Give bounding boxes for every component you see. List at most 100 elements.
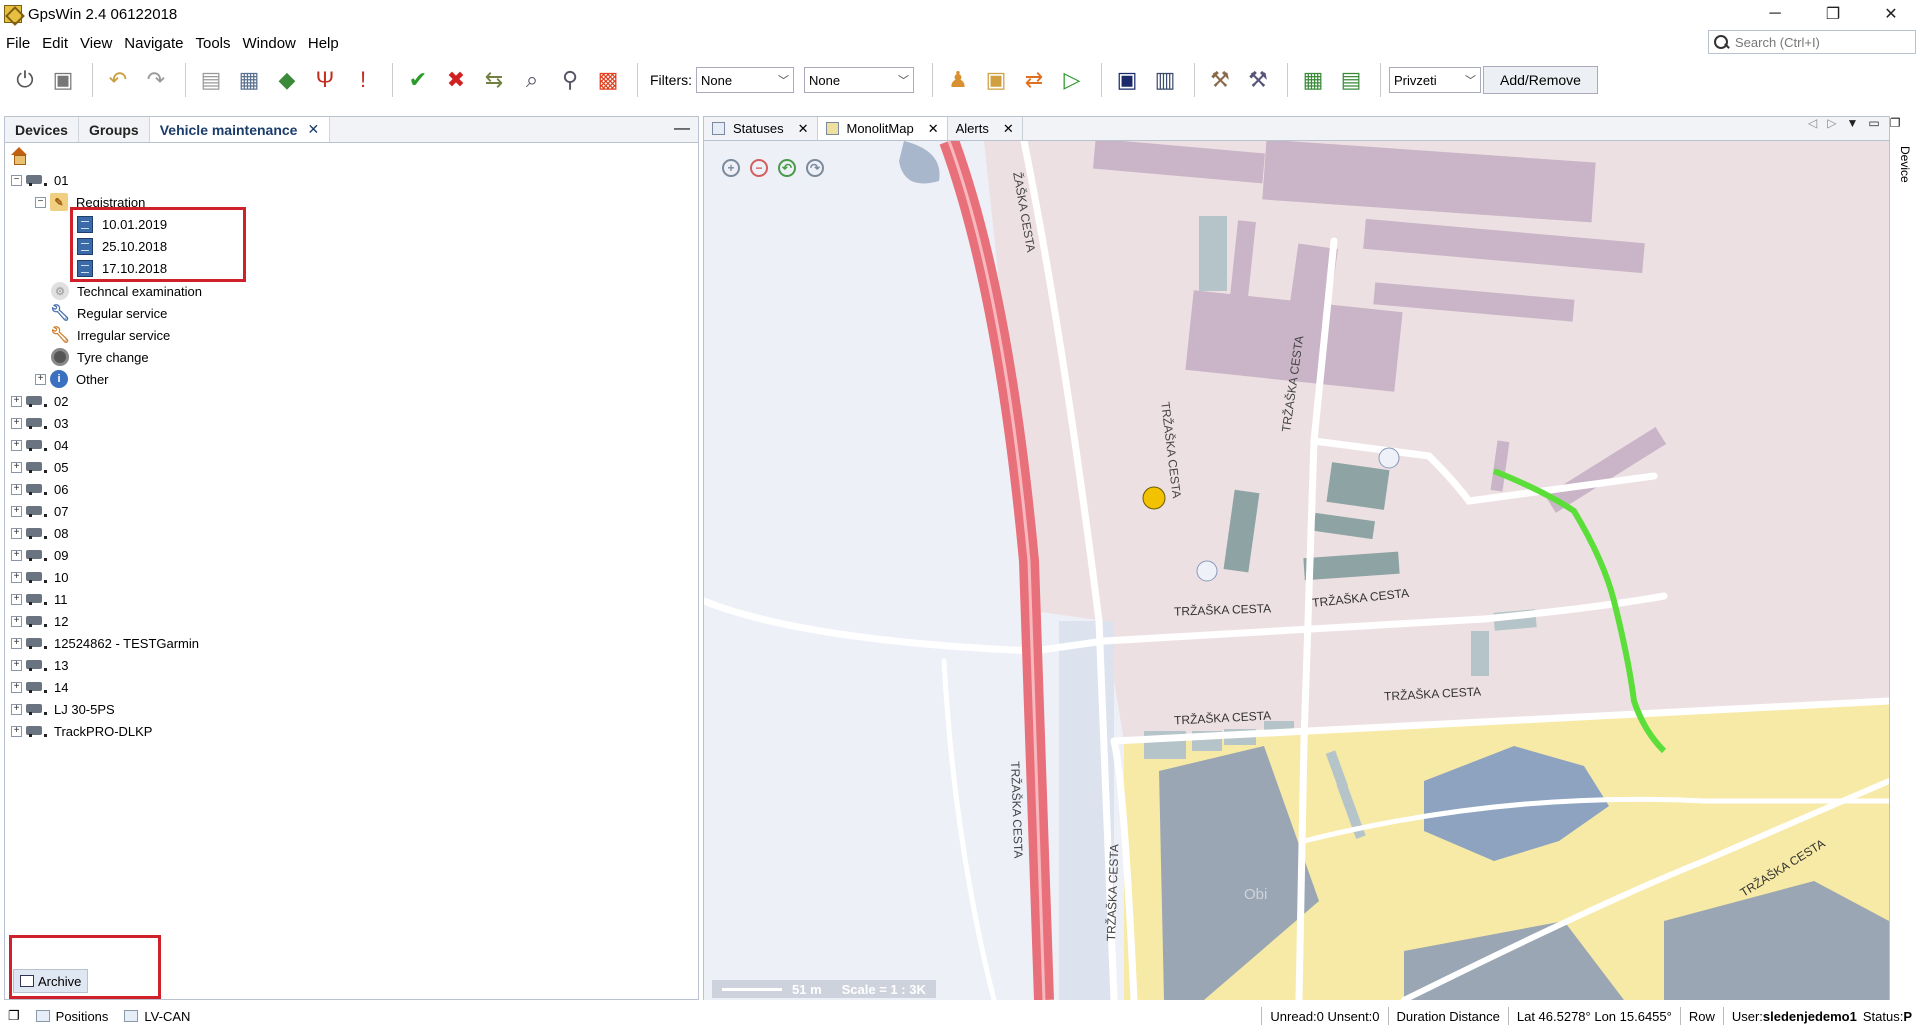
play-icon[interactable]: ▷ — [1055, 63, 1089, 97]
tab-monolitmap[interactable]: MonolitMap ✕ — [817, 117, 948, 140]
search-input[interactable]: Search (Ctrl+I) — [1708, 30, 1916, 54]
exclamation-icon[interactable]: ! — [346, 63, 380, 97]
add-map-icon[interactable]: ▦ — [1296, 63, 1330, 97]
tree-node-vehicle[interactable]: +13 — [11, 654, 68, 676]
expand-icon[interactable]: + — [11, 549, 22, 561]
tree-node-category[interactable]: Tyre change — [51, 346, 149, 368]
close-tab-icon[interactable]: ✕ — [1003, 121, 1014, 137]
tree-node-vehicle[interactable]: + LJ 30-5PS — [11, 698, 115, 720]
collapse-icon[interactable]: − — [35, 196, 46, 208]
menu-help[interactable]: Help — [302, 35, 345, 52]
menu-window[interactable]: Window — [237, 35, 302, 52]
tree-node-vehicle[interactable]: +12524862 - TESTGarmin — [11, 632, 199, 654]
folders-icon[interactable]: ▦ — [232, 63, 266, 97]
expand-icon[interactable]: + — [11, 637, 22, 649]
location-check-icon[interactable]: ◆ — [270, 63, 304, 97]
expand-icon[interactable]: + — [11, 395, 22, 407]
check-icon[interactable]: ✔ — [401, 63, 435, 97]
positions-tab[interactable]: Positions — [28, 1009, 117, 1024]
archive-tab[interactable]: Archive — [13, 969, 89, 993]
tab-groups[interactable]: Groups — [79, 117, 150, 142]
restore-button[interactable]: ❐ — [1804, 0, 1862, 28]
find-person-icon[interactable]: ⚲ — [553, 63, 587, 97]
console-icon[interactable]: ▣ — [1110, 63, 1144, 97]
save-icon[interactable]: ▣ — [46, 63, 80, 97]
side-tab-device[interactable]: Device — [1898, 146, 1912, 183]
tab-alerts[interactable]: Alerts ✕ — [948, 117, 1023, 140]
close-tab-icon[interactable]: ✕ — [307, 121, 319, 138]
tree-node-vehicle[interactable]: +05 — [11, 456, 68, 478]
add-screen-icon[interactable]: ▤ — [1334, 63, 1368, 97]
close-tab-icon[interactable]: ✕ — [798, 121, 809, 137]
menu-edit[interactable]: Edit — [36, 35, 74, 52]
transfer-icon[interactable]: ⇆ — [477, 63, 511, 97]
tree-node-vehicle[interactable]: + TrackPRO-DLKP — [11, 720, 152, 742]
expand-icon[interactable]: + — [11, 527, 22, 539]
filter2-select[interactable]: None ﹀ — [804, 67, 914, 93]
map-view[interactable]: ŽAŠKA CESTA TRŽAŠKA CESTA TRŽAŠKA CESTA … — [704, 141, 1889, 1000]
tree-node-vehicle[interactable]: +06 — [11, 478, 68, 500]
lvcan-tab[interactable]: LV-CAN — [116, 1009, 198, 1024]
menu-navigate[interactable]: Navigate — [118, 35, 189, 52]
expand-icon[interactable]: + — [11, 593, 22, 605]
expand-icon[interactable]: + — [11, 571, 22, 583]
add-folder-icon[interactable]: ▣ — [979, 63, 1013, 97]
language-select[interactable]: Privzeti ﹀ — [1389, 67, 1481, 93]
expand-icon[interactable]: + — [35, 373, 46, 385]
tab-devices[interactable]: Devices — [5, 117, 79, 142]
menu-tools[interactable]: Tools — [189, 35, 236, 52]
rotate-left-icon[interactable]: ↶ — [778, 159, 796, 177]
zoom-out-icon[interactable]: − — [750, 159, 768, 177]
tree-node-vehicle[interactable]: − 01 — [11, 169, 68, 191]
minimize-panel-button[interactable]: — — [674, 120, 690, 138]
expand-icon[interactable]: + — [11, 505, 22, 517]
sync-icon[interactable]: ⇄ — [1017, 63, 1051, 97]
expand-icon[interactable]: + — [11, 703, 22, 715]
expand-icon[interactable]: + — [11, 461, 22, 473]
nav-right-icon[interactable]: ▷ — [1827, 116, 1836, 130]
maximize-icon[interactable]: ▭ — [1868, 116, 1879, 130]
restore-panels-icon[interactable]: ❐ — [0, 1008, 28, 1024]
home-icon[interactable] — [9, 147, 29, 165]
calendar-icon[interactable]: ▥ — [1148, 63, 1182, 97]
collapse-icon[interactable]: − — [11, 174, 22, 186]
add-remove-button[interactable]: Add/Remove — [1483, 66, 1598, 94]
tree-node-vehicle[interactable]: +10 — [11, 566, 68, 588]
tree-node-vehicle[interactable]: +14 — [11, 676, 68, 698]
bell-icon[interactable]: ♟ — [941, 63, 975, 97]
tree-node-vehicle[interactable]: +02 — [11, 390, 68, 412]
expand-icon[interactable]: + — [11, 439, 22, 451]
google-icon[interactable]: ▩ — [591, 63, 625, 97]
nav-left-icon[interactable]: ◁ — [1808, 116, 1817, 130]
tree-node-vehicle[interactable]: +03 — [11, 412, 68, 434]
expand-icon[interactable]: + — [11, 417, 22, 429]
zoom-in-icon[interactable]: + — [722, 159, 740, 177]
tree-node-category[interactable]: + i Other — [35, 368, 109, 390]
hammer-icon[interactable]: ⚒ — [1241, 63, 1275, 97]
tree-node-vehicle[interactable]: +12 — [11, 610, 68, 632]
antenna-icon[interactable]: Ψ — [308, 63, 342, 97]
tree-node-vehicle[interactable]: +07 — [11, 500, 68, 522]
tree-node-vehicle[interactable]: +09 — [11, 544, 68, 566]
tree-node-category[interactable]: 🔧︎ Irregular service — [50, 324, 170, 346]
tree-node-vehicle[interactable]: +08 — [11, 522, 68, 544]
tree-node-vehicle[interactable]: +11 — [11, 588, 68, 610]
expand-icon[interactable]: + — [11, 681, 22, 693]
rotate-right-icon[interactable]: ↷ — [806, 159, 824, 177]
map-canvas[interactable] — [704, 141, 1889, 1000]
tree-node-category[interactable]: ⚙ Techncal examination — [51, 280, 202, 302]
redo-icon[interactable]: ↷ — [139, 63, 173, 97]
menu-file[interactable]: File — [0, 35, 36, 52]
truck-icon[interactable]: ▤ — [194, 63, 228, 97]
dropdown-icon[interactable]: ▼ — [1846, 116, 1858, 130]
undo-icon[interactable]: ↶ — [101, 63, 135, 97]
minimize-button[interactable]: ─ — [1746, 0, 1804, 28]
expand-icon[interactable]: + — [11, 659, 22, 671]
zoom-doc-icon[interactable]: ⌕ — [515, 63, 549, 97]
power-icon[interactable]: ⏻ — [8, 63, 42, 97]
cross-icon[interactable]: ✖ — [439, 63, 473, 97]
tree-node-vehicle[interactable]: +04 — [11, 434, 68, 456]
tab-vehicle-maintenance[interactable]: Vehicle maintenance ✕ — [149, 117, 331, 142]
expand-icon[interactable]: + — [11, 615, 22, 627]
close-button[interactable]: ✕ — [1862, 0, 1920, 28]
